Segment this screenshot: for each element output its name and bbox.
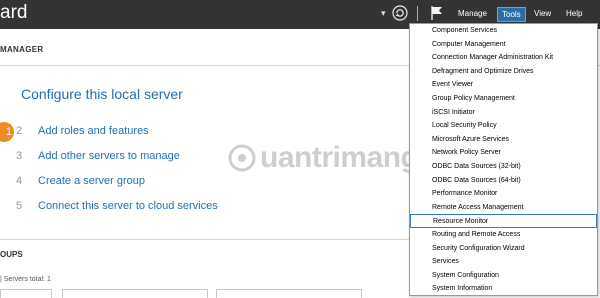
refresh-group[interactable]: ▾ [381, 5, 408, 21]
refresh-icon[interactable] [391, 5, 408, 21]
menu-item-remote-access-management[interactable]: Remote Access Management [410, 201, 597, 215]
create-server-group-link[interactable]: 4 Create a server group [16, 175, 145, 187]
window-title: ard [0, 2, 28, 23]
step-number: 2 [16, 125, 23, 137]
watermark-logo-icon [228, 144, 256, 172]
add-servers-link[interactable]: 3 Add other servers to manage [16, 150, 180, 162]
watermark-text: uantrimang [260, 141, 419, 174]
menu-item-performance-monitor[interactable]: Performance Monitor [410, 187, 597, 201]
server-groups-title: OUPS [0, 250, 23, 259]
step-number: 5 [16, 200, 23, 212]
menu-item-services[interactable]: Services [410, 255, 597, 269]
menu-view[interactable]: View [534, 9, 551, 18]
menu-item-odbc-32[interactable]: ODBC Data Sources (32-bit) [410, 160, 597, 174]
step-number: 4 [16, 175, 23, 187]
menu-help[interactable]: Help [566, 9, 582, 18]
flag-icon[interactable] [430, 5, 444, 21]
menu-item-component-services[interactable]: Component Services [410, 24, 597, 38]
menu-item-routing-remote-access[interactable]: Routing and Remote Access [410, 228, 597, 242]
connect-cloud-link[interactable]: 5 Connect this server to cloud services [16, 200, 218, 212]
step-number-badge: 1 [0, 122, 14, 142]
menu-manage[interactable]: Manage [458, 9, 487, 18]
add-roles-link[interactable]: 2 Add roles and features [16, 125, 149, 137]
tools-dropdown-menu: Component Services Computer Management C… [409, 23, 598, 296]
menu-item-azure-services[interactable]: Microsoft Azure Services [410, 133, 597, 147]
menu-item-odbc-64[interactable]: ODBC Data Sources (64-bit) [410, 174, 597, 188]
step-label: Add roles and features [38, 125, 149, 137]
configure-local-server-link[interactable]: Configure this local server [21, 86, 183, 102]
menu-item-defragment-drives[interactable]: Defragment and Optimize Drives [410, 65, 597, 79]
menu-item-network-policy-server[interactable]: Network Policy Server [410, 146, 597, 160]
caret-icon[interactable]: ▾ [381, 8, 386, 19]
servers-total-count: | Servers total: 1 [0, 276, 51, 283]
menu-tools[interactable]: Tools [497, 7, 526, 22]
menu-item-connection-manager-admin-kit[interactable]: Connection Manager Administration Kit [410, 51, 597, 65]
divider [0, 239, 409, 240]
menu-item-iscsi-initiator[interactable]: iSCSI Initiator [410, 106, 597, 120]
step-number: 3 [16, 150, 23, 162]
menu-item-computer-management[interactable]: Computer Management [410, 38, 597, 52]
separator [417, 6, 418, 21]
menu-item-resource-monitor[interactable]: Resource Monitor [410, 214, 597, 228]
step-label: Add other servers to manage [38, 150, 180, 162]
menu-item-system-configuration[interactable]: System Configuration [410, 269, 597, 283]
step-label: Connect this server to cloud services [38, 200, 218, 212]
watermark: uantrimang [228, 141, 419, 175]
menu-item-event-viewer[interactable]: Event Viewer [410, 78, 597, 92]
menu-item-group-policy-management[interactable]: Group Policy Management [410, 92, 597, 106]
section-title: MANAGER [0, 45, 44, 54]
menu-item-local-security-policy[interactable]: Local Security Policy [410, 119, 597, 133]
menu-item-security-configuration-wizard[interactable]: Security Configuration Wizard [410, 242, 597, 256]
step-label: Create a server group [38, 175, 145, 187]
